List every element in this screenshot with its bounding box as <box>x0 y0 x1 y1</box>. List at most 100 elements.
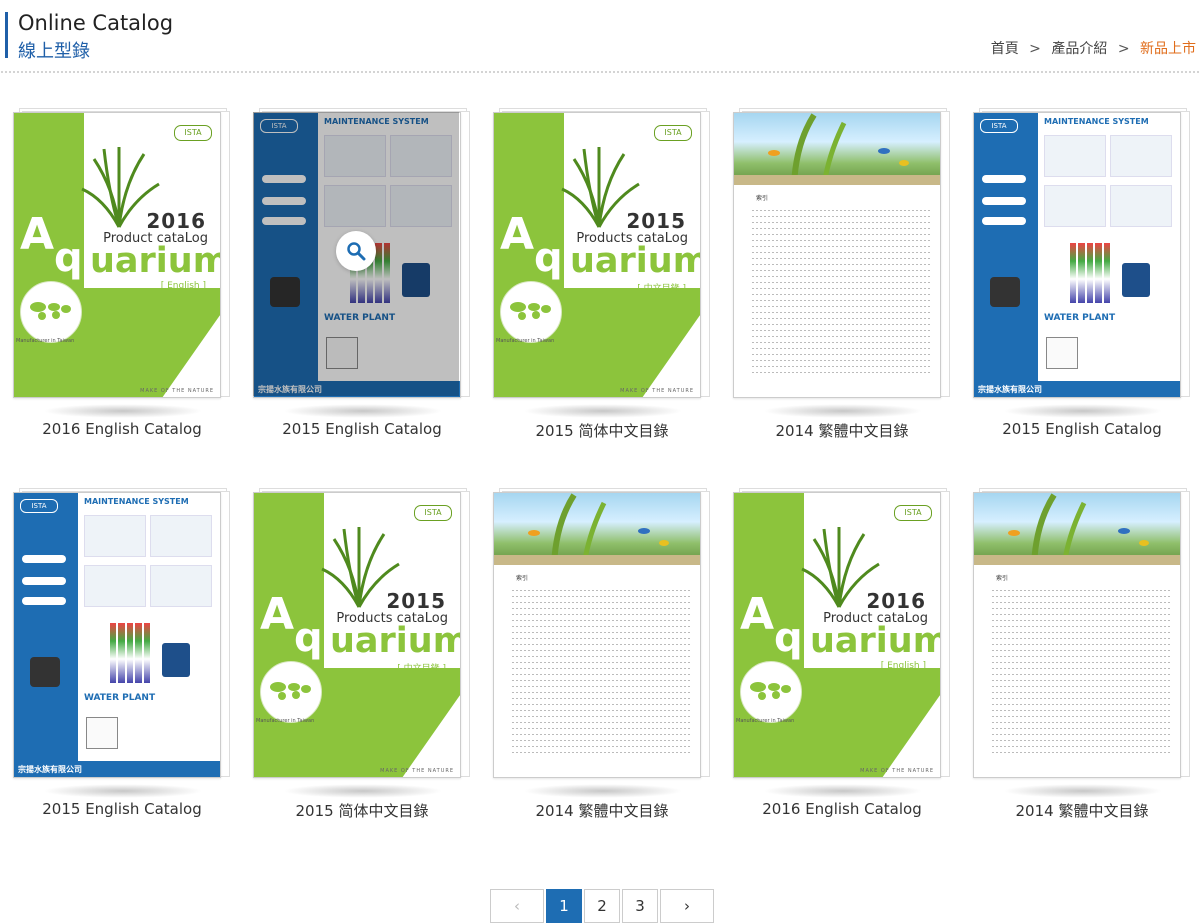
catalog-cover[interactable]: 索引 <box>493 488 711 778</box>
catalog-caption[interactable]: 2014 繁體中文目錄 <box>713 420 971 441</box>
catalog-cover[interactable]: 索引 <box>733 108 951 398</box>
cover-image[interactable]: ISTA 2016 Product cataLog Aq uarium[ English… <box>13 112 221 398</box>
index-line <box>512 590 692 591</box>
catalog-cover[interactable]: ISTA 2016 Product cataLog Aq uarium[ English… <box>733 488 951 778</box>
cover-word-uarium: uarium <box>90 241 221 281</box>
index-line <box>752 210 932 211</box>
index-line <box>992 662 1172 663</box>
cover-image[interactable]: 索引 <box>973 492 1181 778</box>
breadcrumb-home-link[interactable]: 首頁 <box>991 41 1019 57</box>
cover-letter-q: q <box>294 615 323 661</box>
catalog-caption[interactable]: 2015 English Catalog <box>233 420 491 438</box>
next-page-button[interactable]: › <box>660 889 714 923</box>
zoom-button[interactable] <box>336 231 376 271</box>
catalog-cover[interactable]: ISTA 2015 Products cataLog Aq uarium[ 中文目錄 ]… <box>253 488 471 778</box>
catalog-cover[interactable]: ISTA 2015 Products cataLog Aq uarium[ 中文目錄 ]… <box>493 108 711 398</box>
catalog-cover[interactable]: ISTA MAINTENANCE SYSTEM WATER PLANT 宗揚水族有限公… <box>13 488 231 778</box>
index-line <box>752 306 932 307</box>
co2-kit-photo <box>1046 337 1078 369</box>
product-photo <box>84 565 146 607</box>
index-line <box>512 716 692 717</box>
catalog-caption[interactable]: 2015 English Catalog <box>953 420 1200 438</box>
catalog-card[interactable]: 索引 2014 繁體中文目錄 <box>733 108 951 440</box>
index-line <box>752 264 932 265</box>
catalog-card[interactable]: ISTA MAINTENANCE SYSTEM WATER PLANT 宗揚水族有限公… <box>13 488 231 818</box>
index-line <box>752 276 932 277</box>
catalog-card[interactable]: ISTA MAINTENANCE SYSTEM WATER PLANT 宗揚水族有限公… <box>253 108 471 438</box>
catalog-card[interactable]: ISTA 2015 Products cataLog Aq uarium[ 中文目錄 ]… <box>493 108 711 440</box>
chevron-right-icon: › <box>684 897 690 915</box>
brand-logo: ISTA <box>414 505 452 521</box>
index-line <box>512 728 692 729</box>
cover-letter-a: A <box>20 209 55 260</box>
test-tubes-photo <box>1070 243 1111 303</box>
page-button-2[interactable]: 2 <box>584 889 620 923</box>
test-tube <box>118 623 125 683</box>
page-button-1[interactable]: 1 <box>546 889 582 923</box>
catalog-card[interactable]: 索引 2014 繁體中文目錄 <box>493 488 711 820</box>
page-button-3[interactable]: 3 <box>622 889 658 923</box>
catalog-caption[interactable]: 2016 English Catalog <box>713 800 971 818</box>
cover-image[interactable]: ISTA MAINTENANCE SYSTEM WATER PLANT 宗揚水族有限公… <box>973 112 1181 398</box>
cover-image[interactable]: ISTA 2016 Product cataLog Aq uarium[ English… <box>733 492 941 778</box>
prev-page-button[interactable]: ‹ <box>490 889 544 923</box>
breadcrumb-current[interactable]: 新品上市 <box>1140 41 1196 57</box>
product-photo <box>150 515 212 557</box>
cover-shadow <box>1003 784 1163 798</box>
catalog-cover[interactable]: ISTA MAINTENANCE SYSTEM WATER PLANT 宗揚水族有限公… <box>253 108 471 398</box>
catalog-card[interactable]: ISTA MAINTENANCE SYSTEM WATER PLANT 宗揚水族有限公… <box>973 108 1191 438</box>
test-tube <box>126 623 134 683</box>
catalog-card[interactable]: ISTA 2015 Products cataLog Aq uarium[ 中文目錄 ]… <box>253 488 471 820</box>
index-line <box>512 656 692 657</box>
index-line <box>512 674 692 675</box>
product-photo <box>1110 135 1172 177</box>
company-name: 宗揚水族有限公司 <box>978 385 1042 394</box>
index-heading: 索引 <box>756 195 769 202</box>
index-lines <box>512 585 692 758</box>
catalog-caption[interactable]: 2015 简体中文目錄 <box>233 800 491 821</box>
catalog-card[interactable]: 索引 2014 繁體中文目錄 <box>973 488 1191 820</box>
cover-image[interactable]: 索引 <box>733 112 941 398</box>
world-map-icon <box>28 299 72 321</box>
catalog-caption[interactable]: 2014 繁體中文目錄 <box>473 800 731 821</box>
test-tube <box>1103 243 1111 303</box>
index-line <box>752 282 932 283</box>
index-line <box>512 704 692 705</box>
index-line <box>512 698 692 699</box>
index-line <box>512 644 692 645</box>
maintenance-title: MAINTENANCE SYSTEM <box>1044 117 1149 126</box>
index-line <box>752 348 932 349</box>
index-line <box>752 300 932 301</box>
catalog-caption[interactable]: 2016 English Catalog <box>0 420 251 438</box>
breadcrumb-products-link[interactable]: 產品介紹 <box>1051 41 1107 57</box>
index-line <box>512 680 692 681</box>
index-line <box>992 740 1172 741</box>
index-line <box>752 318 932 319</box>
breadcrumb-separator: > <box>1029 41 1041 57</box>
brand-logo: ISTA <box>894 505 932 521</box>
index-line <box>992 698 1172 699</box>
cover-image[interactable]: ISTA 2015 Products cataLog Aq uarium[ 中文目錄 ]… <box>253 492 461 778</box>
catalog-caption[interactable]: 2014 繁體中文目錄 <box>953 800 1200 821</box>
catalog-caption[interactable]: 2015 简体中文目錄 <box>473 420 731 441</box>
index-line <box>992 668 1172 669</box>
cover-letter-q: q <box>534 235 563 281</box>
catalog-caption[interactable]: 2015 English Catalog <box>0 800 251 818</box>
catalog-cover[interactable]: ISTA MAINTENANCE SYSTEM WATER PLANT 宗揚水族有限公… <box>973 108 1191 398</box>
cover-image[interactable]: ISTA 2015 Products cataLog Aq uarium[ 中文目錄 ]… <box>493 112 701 398</box>
aquarium-photo <box>974 493 1180 566</box>
catalog-card[interactable]: ISTA 2016 Product cataLog Aq uarium[ English… <box>733 488 951 818</box>
cover-letter-a: A <box>740 589 775 640</box>
cover-image[interactable]: 索引 <box>493 492 701 778</box>
index-line <box>512 668 692 669</box>
made-in-taiwan-text: Manufacturer in Taiwan <box>496 338 555 344</box>
catalog-card[interactable]: ISTA 2016 Product cataLog Aq uarium[ English… <box>13 108 231 438</box>
index-line <box>752 258 932 259</box>
index-line <box>512 608 692 609</box>
catalog-cover[interactable]: 索引 <box>973 488 1191 778</box>
catalog-cover[interactable]: ISTA 2016 Product cataLog Aq uarium[ English… <box>13 108 231 398</box>
test-tube <box>1078 243 1085 303</box>
nature-tagline: MAKE OF THE NATURE <box>380 768 454 774</box>
cover-image[interactable]: ISTA MAINTENANCE SYSTEM WATER PLANT 宗揚水族有限公… <box>13 492 221 778</box>
index-line <box>752 312 932 313</box>
